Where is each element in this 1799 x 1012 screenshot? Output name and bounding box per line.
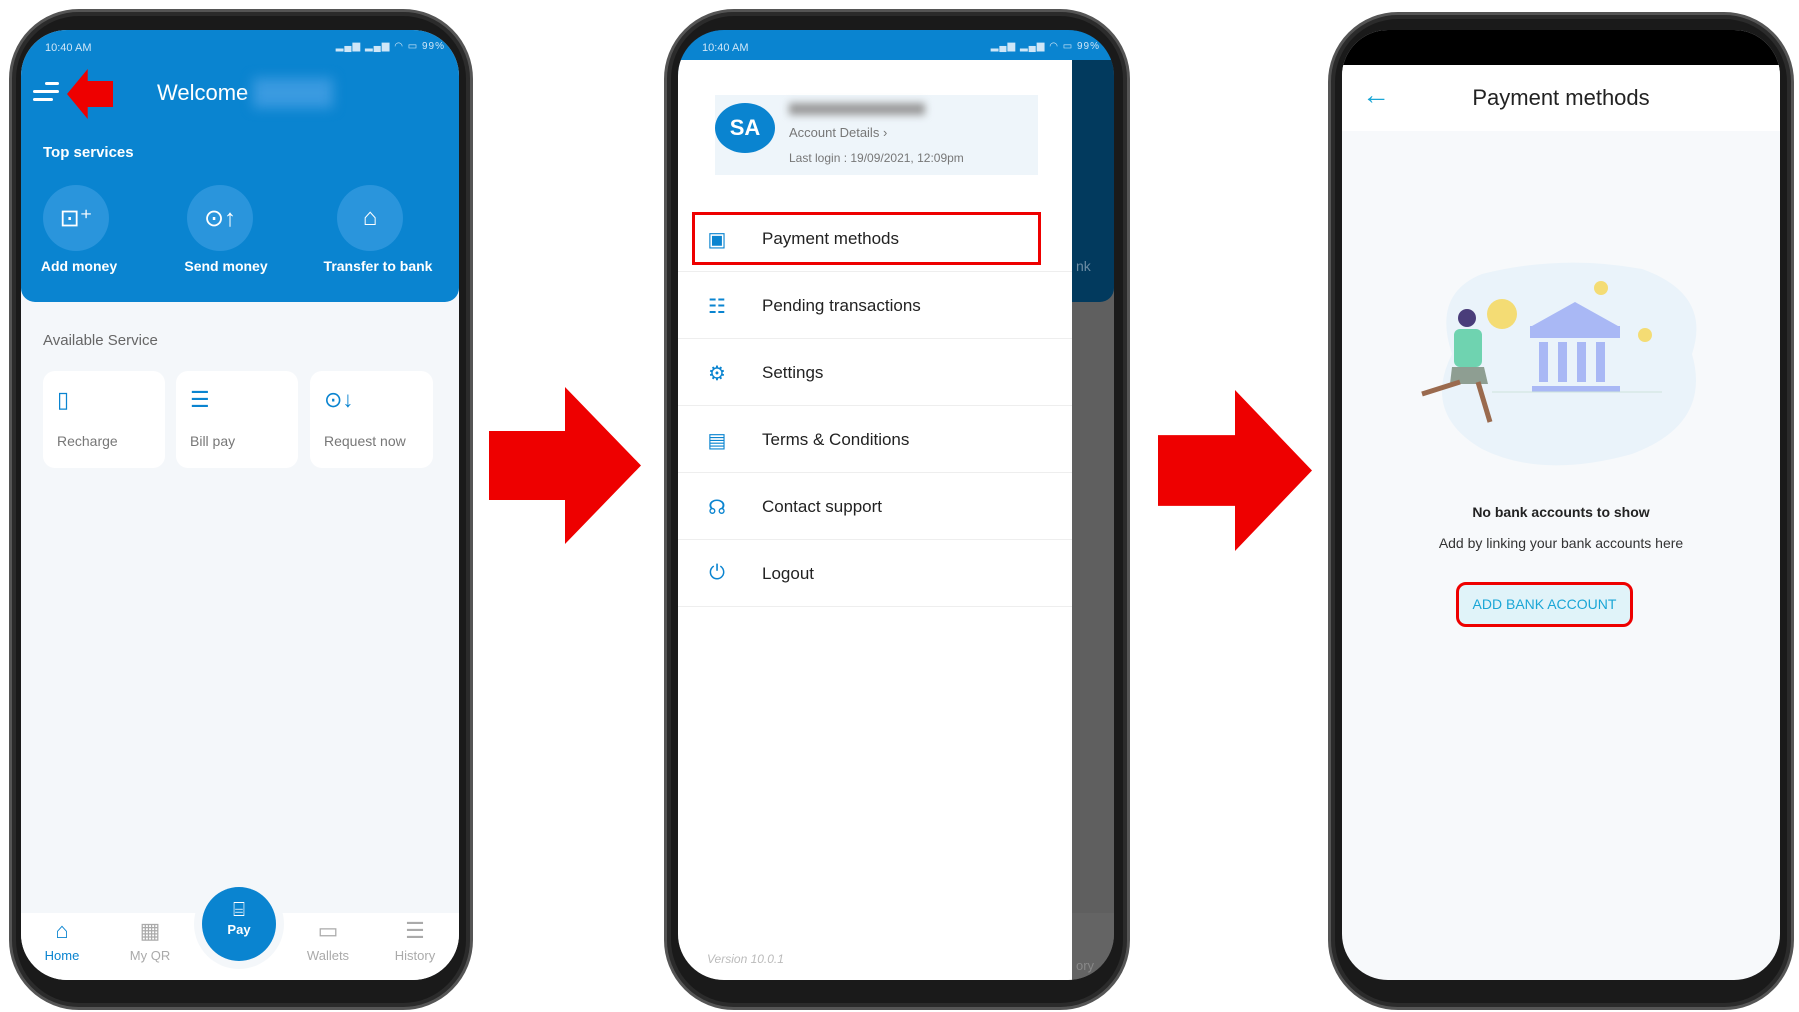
store-icon: ⌸ [233,899,245,921]
pending-list-icon: ☷ [708,296,726,318]
bill-pay-card[interactable]: ☰ Bill pay [176,371,298,468]
menu-terms[interactable]: ▤ Terms & Conditions [678,406,1072,473]
battery-icon: ▭ [1062,41,1077,52]
gear-icon: ⚙ [708,363,726,385]
recharge-card[interactable]: ▯ Recharge [43,371,165,468]
home-icon: ⌂ [55,918,69,943]
last-login: Last login : 19/09/2021, 12:09pm [789,151,964,165]
money-request-icon: ⊙↓ [324,387,354,412]
menu-button[interactable] [33,82,59,102]
nav-history[interactable]: ☰ History [380,918,450,963]
person-head [1458,309,1476,327]
highlight-box [692,212,1041,265]
menu-logout[interactable]: ⏻ Logout [678,540,1072,607]
blurred-name [789,103,925,115]
app-version: Version 10.0.1 [707,952,784,966]
flow-arrow-1-icon [489,387,641,544]
profile-card[interactable]: SA Account Details › Last login : 19/09/… [715,95,1038,175]
coin-icon [1487,299,1517,329]
signal-icon: ▂▄▆ ▂▄▆ [990,41,1050,52]
top-services-title: Top services [43,144,134,161]
add-bank-account-button[interactable]: ADD BANK ACCOUNT [1456,582,1633,627]
pay-button[interactable]: ⌸ Pay [202,887,276,961]
history-icon: ☰ [405,918,425,943]
blurred-username [253,78,333,108]
nav-my-qr[interactable]: ▦ My QR [115,918,185,963]
power-icon: ⏻ [709,562,725,584]
status-bar: 10:40 AM ▂▄▆ ▂▄▆ ◠ ▭ 99% [21,30,459,60]
behind-label: nk [1076,258,1091,274]
wifi-icon: ◠ [394,41,408,52]
account-details-link[interactable]: Account Details › [789,125,887,140]
wifi-icon: ◠ [1049,41,1063,52]
request-now-card[interactable]: ⊙↓ Request now [310,371,433,468]
flow-arrow-2-icon [1158,390,1312,551]
bank-roof [1530,326,1620,338]
add-money-button[interactable]: Add money [41,258,117,274]
status-time: 10:40 AM [45,42,92,54]
payment-methods-screen: ← Payment methods No bank accounts to sh… [1342,30,1780,980]
chevron-right-icon: › [882,125,888,140]
document-icon: ▤ [707,430,727,452]
drawer-screen: nk ory 10:40 AM ▂▄▆ ▂▄▆ ◠ ▭ 99% SA Accou… [678,30,1114,980]
avatar: SA [715,103,775,153]
menu-contact-support[interactable]: ☊ Contact support [678,473,1072,540]
welcome-text: Welcome [157,80,249,105]
menu-pending-transactions[interactable]: ☷ Pending transactions [678,272,1072,339]
page-title: Payment methods [1472,85,1650,110]
signal-icon: ▂▄▆ ▂▄▆ [335,41,395,52]
app-bar: ← Payment methods [1342,65,1780,131]
status-bar [1342,30,1780,65]
menu-settings[interactable]: ⚙ Settings [678,339,1072,406]
battery-level: 99% [421,41,445,52]
empty-state-title: No bank accounts to show [1472,504,1650,520]
transfer-to-bank-button[interactable]: Transfer to bank [324,258,433,274]
support-headset-icon: ☊ [708,497,726,519]
wallet-icon: ▭ [317,918,339,943]
side-drawer: SA Account Details › Last login : 19/09/… [678,60,1072,980]
nav-wallets[interactable]: ▭ Wallets [293,918,363,963]
mobile-recharge-icon: ▯ [57,387,70,412]
nav-home[interactable]: ⌂ Home [27,918,97,963]
bank-transfer-icon[interactable]: ⌂ [337,185,403,251]
empty-bank-illustration [1421,262,1697,466]
money-send-icon[interactable]: ⊙↑ [187,185,253,251]
battery-icon: ▭ [407,41,422,52]
qr-icon: ▦ [139,918,161,943]
home-screen: 10:40 AM ▂▄▆ ▂▄▆ ◠ ▭ 99% Welcome Top ser… [21,30,459,980]
empty-state-subtitle: Add by linking your bank accounts here [1438,535,1684,551]
bill-icon: ☰ [190,387,210,412]
send-money-button[interactable]: Send money [184,258,267,274]
available-service-title: Available Service [43,332,158,349]
wallet-plus-icon[interactable]: ⊡⁺ [43,185,109,251]
